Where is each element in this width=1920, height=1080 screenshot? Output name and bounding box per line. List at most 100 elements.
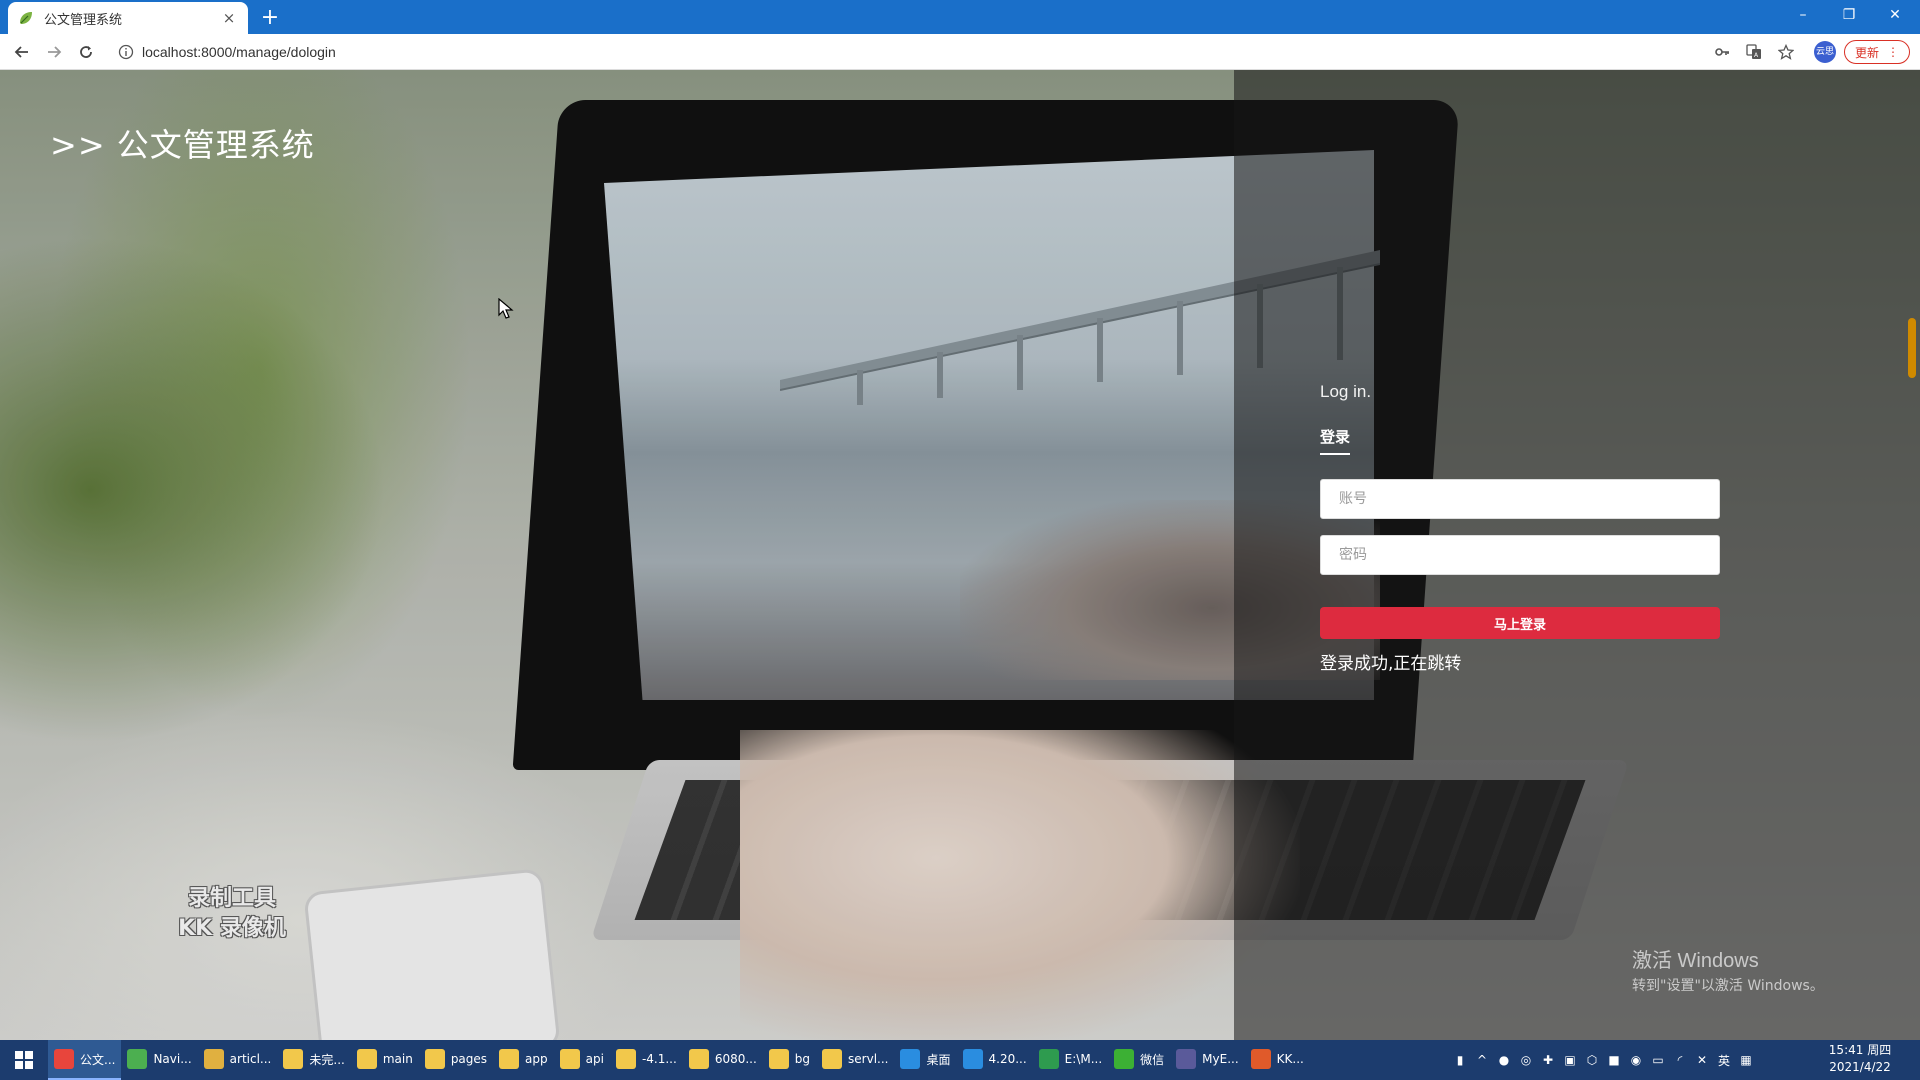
taskbar-item-label: main <box>382 1052 413 1066</box>
username-input[interactable] <box>1320 479 1720 519</box>
folder-icon <box>615 1049 636 1069</box>
taskbar-item[interactable]: 公文... <box>48 1040 122 1080</box>
folder-icon <box>203 1049 224 1069</box>
taskbar-item[interactable]: E:\M... <box>1033 1040 1108 1080</box>
taskbar-item-label: servl... <box>848 1052 889 1066</box>
taskbar-item[interactable]: KK... <box>1245 1040 1310 1080</box>
recorder-watermark: 录制工具 KK 录像机 <box>162 884 302 944</box>
forward-icon[interactable] <box>40 38 68 66</box>
activation-subtitle: 转到"设置"以激活 Windows。 <box>1632 978 1824 994</box>
taskbar-item[interactable]: -4.1... <box>610 1040 683 1080</box>
tray-app-icon[interactable]: ◎ <box>1518 1052 1534 1068</box>
folder-icon <box>424 1049 445 1069</box>
taskbar-item-label: 公文... <box>80 1052 116 1067</box>
keyboard-icon[interactable]: ▦ <box>1738 1052 1754 1068</box>
chevron-up-icon[interactable]: ^ <box>1474 1052 1490 1068</box>
minimize-button[interactable]: – <box>1780 0 1826 30</box>
update-label: 更新 <box>1854 45 1879 60</box>
eclipse-icon <box>1176 1049 1197 1069</box>
taskbar-item[interactable]: articl... <box>198 1040 278 1080</box>
back-icon[interactable] <box>8 38 36 66</box>
key-icon[interactable] <box>1712 42 1732 62</box>
taskbar-item[interactable]: app <box>493 1040 554 1080</box>
taskbar-item-label: 微信 <box>1140 1052 1165 1067</box>
record-icon <box>1250 1049 1271 1069</box>
folder-icon <box>283 1049 304 1069</box>
translate-icon[interactable]: A <box>1744 42 1764 62</box>
login-submit-button[interactable]: 马上登录 <box>1320 607 1720 639</box>
wechat-tray-icon[interactable]: ◉ <box>1628 1052 1644 1068</box>
close-window-button[interactable]: ✕ <box>1872 0 1918 30</box>
taskbar-item-label: 6080... <box>714 1052 757 1066</box>
taskbar-app-list: 公文... Navi... articl... 未完... main pages app ap… <box>48 1040 1310 1080</box>
tab-close-icon[interactable]: × <box>220 9 238 27</box>
site-title: >> 公文管理系统 <box>50 126 315 164</box>
taskbar-item[interactable]: 6080... <box>683 1040 763 1080</box>
password-input[interactable] <box>1320 535 1720 575</box>
chrome-icon <box>54 1049 74 1069</box>
star-icon[interactable] <box>1776 42 1796 62</box>
tab-title: 公文管理系统 <box>44 12 123 28</box>
login-page: >> 公文管理系统 录制工具 KK 录像机 Log in. 登录 马上登录 登录… <box>0 70 1920 1040</box>
tray-app-icon[interactable]: ✚ <box>1540 1052 1556 1068</box>
menu-dots-icon: ⋮ <box>1887 45 1899 59</box>
taskbar-item[interactable]: 未完... <box>277 1040 350 1080</box>
taskbar-item-label: 桌面 <box>926 1052 951 1067</box>
profile-avatar[interactable]: 云思 <box>1814 41 1836 63</box>
ime-indicator[interactable]: 英 <box>1716 1052 1732 1068</box>
taskbar-clock[interactable]: 15:41 周四 2021/4/22 <box>1820 1042 1900 1076</box>
address-bar[interactable]: localhost:8000/manage/dologin <box>110 38 1710 66</box>
reload-icon[interactable] <box>72 38 100 66</box>
tray-app-icon[interactable]: ▣ <box>1562 1052 1578 1068</box>
update-button[interactable]: 更新 ⋮ <box>1844 40 1910 64</box>
taskbar-item-label: pages <box>450 1052 488 1066</box>
taskbar-item[interactable]: servl... <box>816 1040 894 1080</box>
taskbar-item[interactable]: 微信 <box>1108 1040 1170 1080</box>
taskbar-item[interactable]: 4.20... <box>957 1040 1033 1080</box>
tray-app-icon[interactable]: ● <box>1496 1052 1512 1068</box>
clock-time: 15:41 周四 <box>1828 1043 1892 1057</box>
watermark-line-2: KK 录像机 <box>178 916 286 941</box>
taskbar-item-label: 未完... <box>309 1052 345 1067</box>
excel-icon <box>1038 1049 1059 1069</box>
taskbar-item-label: app <box>525 1052 548 1066</box>
taskbar-item[interactable]: Navi... <box>121 1040 197 1080</box>
desktop-icon <box>900 1049 921 1069</box>
info-icon[interactable] <box>118 44 134 60</box>
taskbar-item[interactable]: 桌面 <box>894 1040 956 1080</box>
folder-icon <box>356 1049 377 1069</box>
battery-icon[interactable]: ▮ <box>1452 1052 1468 1068</box>
windows-start-icon[interactable] <box>0 1040 48 1080</box>
login-heading: Log in. <box>1320 382 1372 401</box>
tab-login[interactable]: 登录 <box>1320 426 1351 455</box>
volume-muted-icon[interactable]: ✕ <box>1694 1052 1710 1068</box>
login-form: Log in. 登录 马上登录 登录成功,正在跳转 <box>1320 382 1720 674</box>
taskbar-item[interactable]: pages <box>419 1040 493 1080</box>
new-tab-button[interactable]: + <box>256 4 284 32</box>
device-icon[interactable]: ▭ <box>1650 1052 1666 1068</box>
folder-icon <box>559 1049 580 1069</box>
restore-button[interactable]: ❐ <box>1826 0 1872 30</box>
taskbar-item-label: E:\M... <box>1064 1052 1103 1066</box>
browser-toolbar: localhost:8000/manage/dologin A 云思 更新 ⋮ <box>0 34 1920 70</box>
taskbar-item-label: MyE... <box>1202 1052 1239 1066</box>
taskbar-item[interactable]: main <box>351 1040 419 1080</box>
folder-icon <box>768 1049 789 1069</box>
clock-date: 2021/4/22 <box>1829 1060 1891 1074</box>
taskbar-item[interactable]: bg <box>763 1040 816 1080</box>
mouse-cursor-icon <box>498 298 514 319</box>
scrollbar-thumb[interactable] <box>1908 318 1916 378</box>
taskbar-item[interactable]: api <box>554 1040 610 1080</box>
folder-icon <box>688 1049 709 1069</box>
watermark-line-1: 录制工具 <box>187 886 276 911</box>
wifi-icon[interactable]: ◜ <box>1672 1052 1688 1068</box>
folder-icon <box>822 1049 843 1069</box>
taskbar-item[interactable]: MyE... <box>1170 1040 1244 1080</box>
browser-tab-active[interactable]: 公文管理系统 × <box>8 2 248 34</box>
taskbar-item-label: bg <box>794 1052 811 1066</box>
taskbar-item-label: KK... <box>1276 1052 1304 1066</box>
shield-icon[interactable]: ⬡ <box>1584 1052 1600 1068</box>
leaf-icon <box>127 1049 148 1069</box>
activation-title: 激活 Windows <box>1632 950 1759 972</box>
tray-app-icon[interactable]: ■ <box>1606 1052 1622 1068</box>
